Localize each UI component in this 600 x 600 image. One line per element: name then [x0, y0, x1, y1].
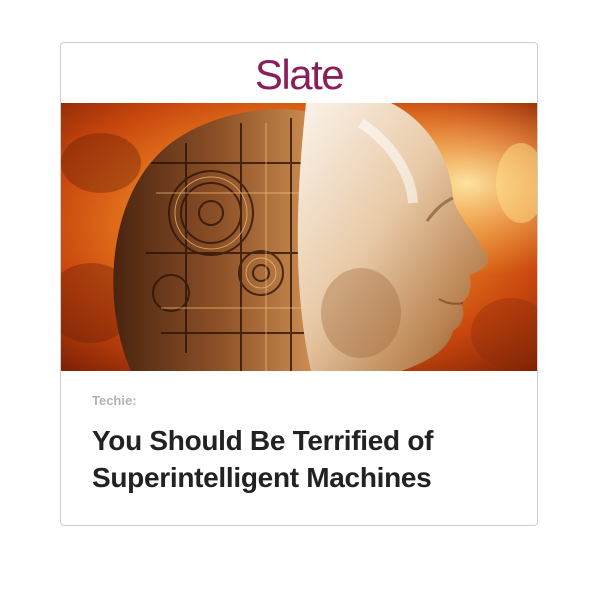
- article-text: Techie: You Should Be Terrified of Super…: [61, 371, 537, 496]
- robot-head-in-flames-image: [61, 103, 537, 371]
- hero-image[interactable]: [61, 103, 537, 371]
- brand-header: Slate: [61, 43, 537, 103]
- section-kicker: Techie:: [92, 393, 137, 408]
- article-card[interactable]: Slate Techie: You Should Be Terrified of…: [60, 42, 538, 526]
- article-headline[interactable]: You Should Be Terrified of Superintellig…: [92, 422, 506, 496]
- slate-logo: Slate: [254, 51, 345, 98]
